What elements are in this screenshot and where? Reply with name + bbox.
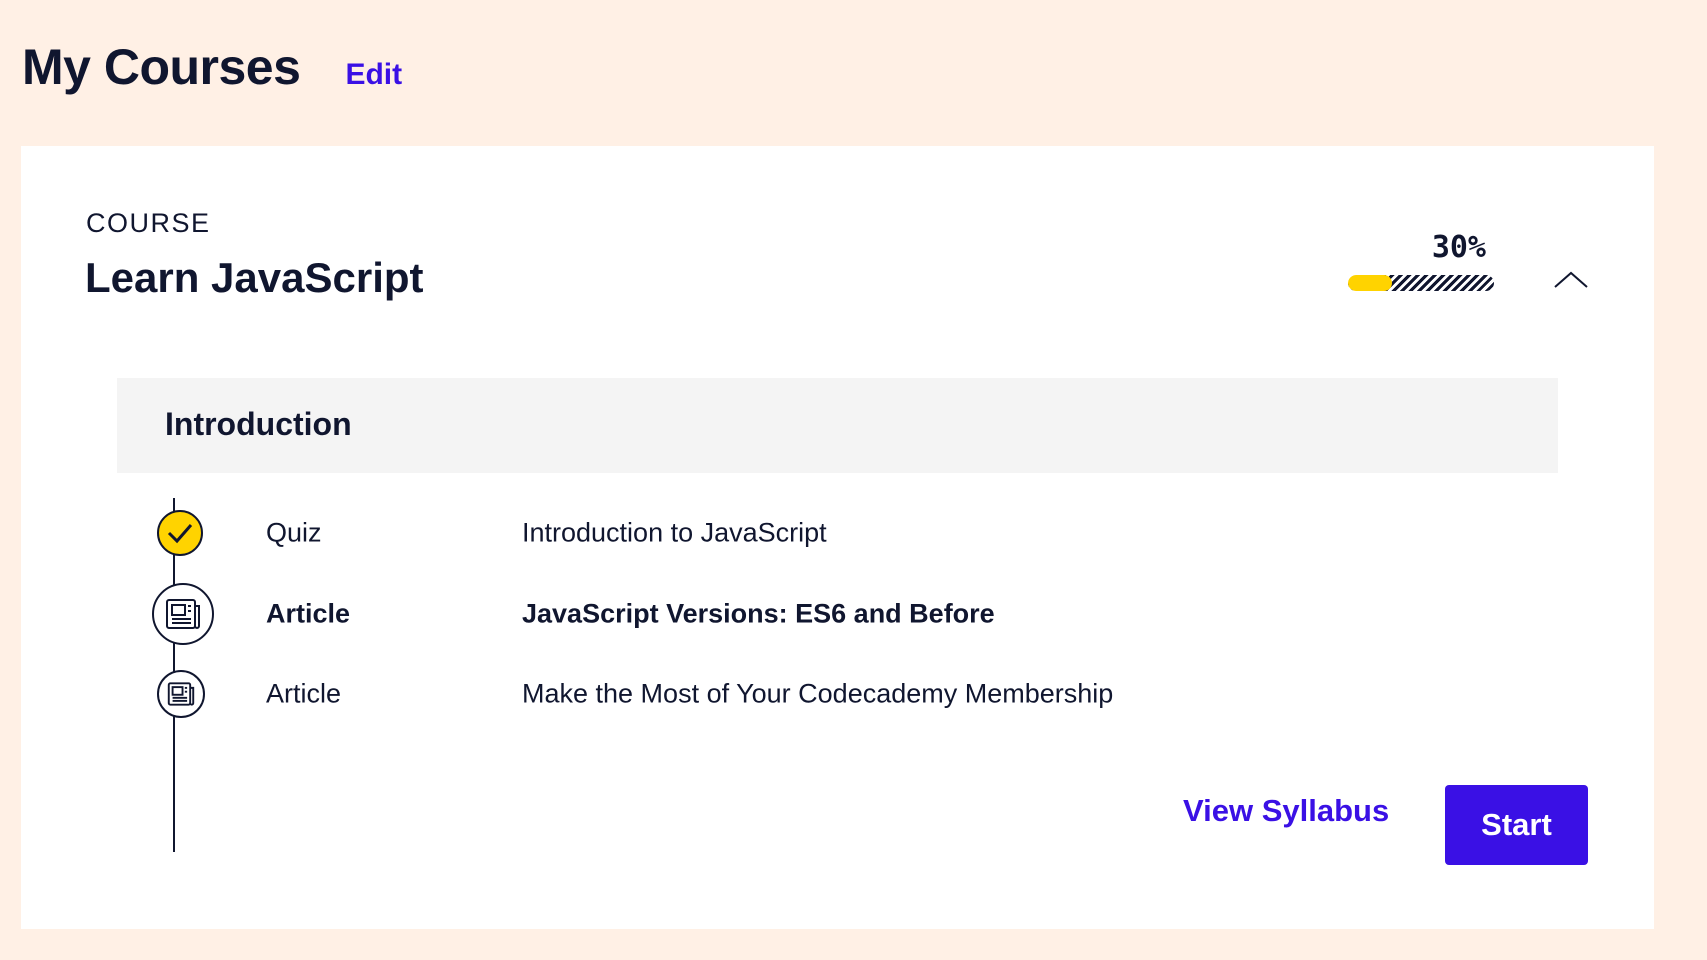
lesson-name: Make the Most of Your Codecademy Members…: [522, 678, 1114, 709]
lesson-status-icon: [157, 670, 205, 718]
page-header: My Courses Edit: [22, 38, 402, 96]
start-button[interactable]: Start: [1445, 785, 1588, 865]
progress-bar-fill: [1348, 275, 1392, 291]
lesson-name: Introduction to JavaScript: [522, 517, 827, 548]
page-title: My Courses: [22, 39, 301, 95]
view-syllabus-button[interactable]: View Syllabus: [1183, 793, 1389, 829]
lesson-status-icon: [152, 583, 214, 645]
article-icon: [166, 599, 200, 629]
progress-percentage: 30%: [1431, 230, 1486, 265]
lesson-type: Article: [266, 678, 342, 709]
course-title[interactable]: Learn JavaScript: [85, 254, 424, 302]
section-header[interactable]: Introduction: [117, 378, 1558, 473]
course-eyebrow: COURSE: [86, 208, 211, 238]
lesson-row-article[interactable]: Article Make the Most of Your Codecademy…: [141, 659, 1441, 729]
lesson-type: Quiz: [266, 517, 322, 548]
lesson-name: JavaScript Versions: ES6 and Before: [522, 598, 995, 629]
chevron-up-icon: [1554, 271, 1588, 288]
course-card: COURSE Learn JavaScript 30% Introduction…: [21, 146, 1654, 929]
collapse-toggle[interactable]: [1551, 264, 1591, 294]
checkmark-icon: [167, 524, 193, 544]
edit-button[interactable]: Edit: [345, 58, 402, 92]
section-title: Introduction: [165, 406, 352, 442]
lesson-row-article-current[interactable]: Article JavaScript Versions: ES6 and Bef…: [141, 579, 1441, 649]
lesson-type: Article: [266, 598, 351, 629]
article-icon: [167, 682, 195, 706]
progress-bar: [1348, 275, 1494, 291]
lesson-row-quiz[interactable]: Quiz Introduction to JavaScript: [141, 498, 1441, 568]
lesson-status-icon: [157, 510, 203, 556]
